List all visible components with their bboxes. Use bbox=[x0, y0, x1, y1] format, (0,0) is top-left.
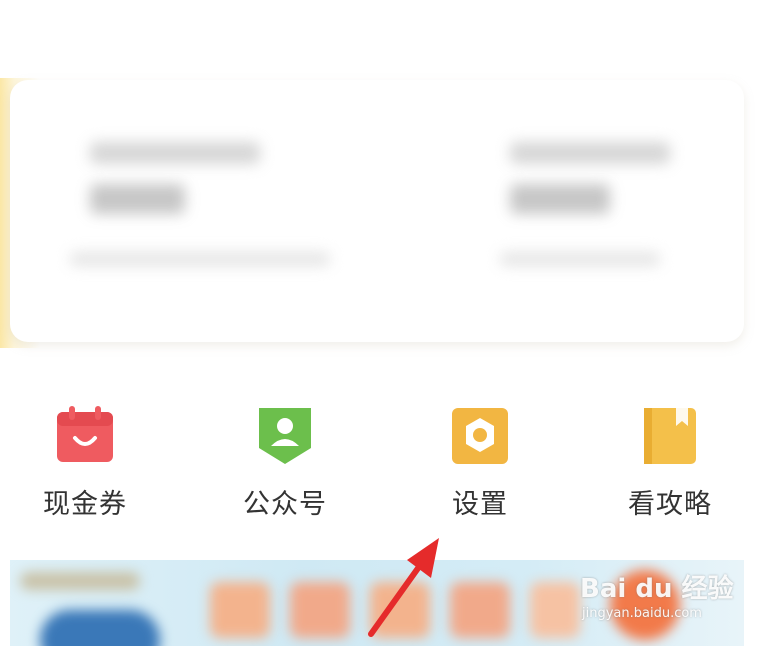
blurred-title-left bbox=[90, 142, 260, 164]
shortcut-settings-label: 设置 bbox=[452, 489, 508, 520]
blurred-subtext-left bbox=[70, 252, 330, 266]
baidu-jingyan-watermark: Bai du 经验 jingyan.baidu.com bbox=[580, 568, 734, 628]
banner-headline-4 bbox=[450, 582, 510, 638]
official-account-icon bbox=[259, 408, 311, 464]
shortcut-official-account-label: 公众号 bbox=[243, 489, 327, 520]
blurred-value-right bbox=[510, 184, 610, 214]
shortcut-coupon[interactable]: 现金券 bbox=[10, 400, 160, 530]
coupon-calendar-icon bbox=[57, 406, 113, 462]
blurred-subtext-right bbox=[500, 252, 660, 266]
blurred-value-left bbox=[90, 184, 185, 214]
banner-headline-1 bbox=[210, 582, 270, 638]
banner-headline-2 bbox=[290, 582, 350, 638]
red-arrow-pointer-icon bbox=[368, 538, 439, 637]
shortcut-guide-label: 看攻略 bbox=[628, 489, 712, 520]
shortcut-official-account[interactable]: 公众号 bbox=[210, 400, 360, 530]
banner-headline-5 bbox=[530, 582, 580, 638]
blurred-title-right bbox=[510, 142, 670, 164]
settings-icon bbox=[452, 408, 508, 464]
shortcut-coupon-label: 现金券 bbox=[43, 489, 127, 520]
shortcut-settings[interactable]: 设置 bbox=[405, 400, 555, 530]
banner-tag bbox=[20, 572, 140, 590]
watermark-url: jingyan.baidu.com bbox=[582, 606, 702, 621]
watermark-brand: Bai du 经验 bbox=[580, 574, 734, 604]
guide-book-icon bbox=[644, 408, 696, 464]
banner-figure bbox=[40, 610, 160, 646]
account-summary-card[interactable] bbox=[10, 80, 744, 342]
shortcut-guide[interactable]: 看攻略 bbox=[595, 400, 745, 530]
page: 现金券 公众号 设置 看攻略 Bai du 经验 jingyan.baidu.c… bbox=[0, 0, 760, 646]
